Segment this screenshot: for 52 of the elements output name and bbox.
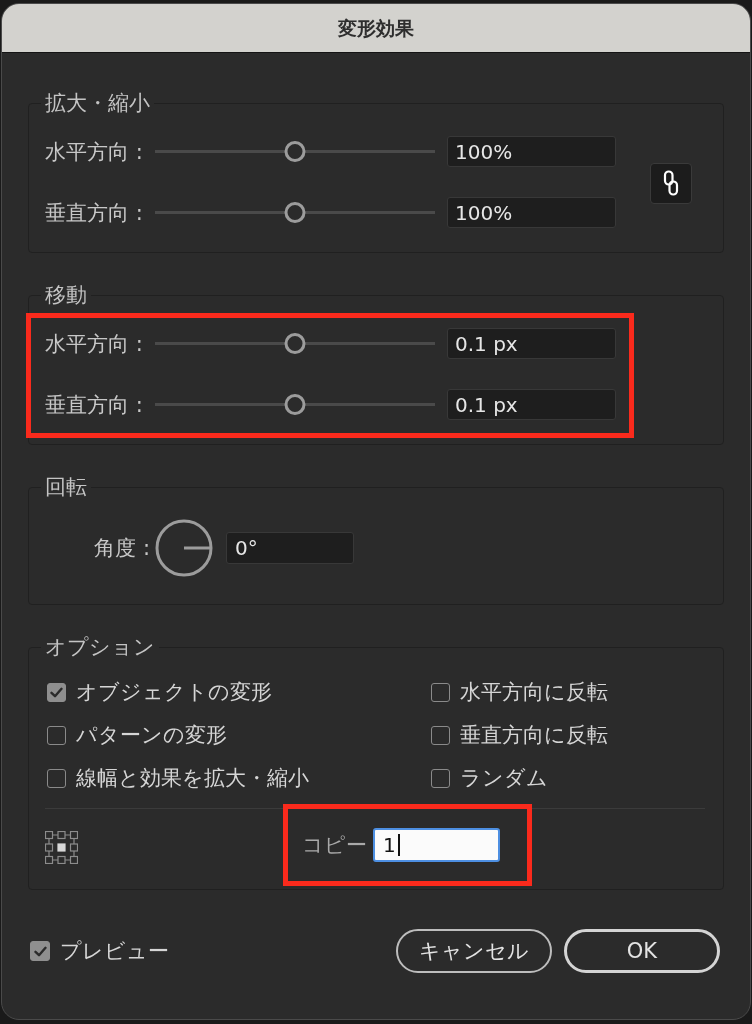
checkbox-label: オブジェクトの変形: [76, 680, 272, 704]
group-title: 拡大・縮小: [44, 92, 151, 114]
reference-point[interactable]: [45, 843, 54, 852]
reference-point[interactable]: [69, 843, 78, 852]
link-button[interactable]: [650, 162, 692, 204]
text-cursor-icon: [397, 834, 400, 856]
checkbox-label: 水平方向に反転: [460, 680, 608, 704]
angle-label: 角度 :: [93, 536, 150, 560]
action-button[interactable]: OK: [564, 929, 720, 973]
value-field[interactable]: 0.1 px: [447, 328, 616, 359]
checkbox[interactable]: [431, 768, 450, 788]
reference-point[interactable]: [57, 855, 66, 864]
checkbox[interactable]: [30, 941, 50, 961]
group-title: 回転: [44, 476, 88, 498]
window-title: 変形効果: [338, 16, 414, 40]
checkbox-label: パターンの変形: [76, 723, 227, 747]
copies-label: コピー: [302, 832, 367, 859]
reference-point[interactable]: [57, 831, 66, 840]
angle-dial[interactable]: [155, 519, 213, 577]
checkbox[interactable]: [47, 768, 66, 788]
checkbox[interactable]: [47, 725, 66, 745]
action-button[interactable]: キャンセル: [396, 929, 552, 973]
checkbox-label: 垂直方向に反転: [460, 723, 608, 747]
chain-link-icon: [663, 170, 679, 196]
reference-point-grid[interactable]: [45, 831, 78, 864]
reference-point[interactable]: [45, 855, 54, 864]
checkbox[interactable]: [431, 725, 450, 745]
checkmark-icon: [50, 686, 63, 698]
slider-thumb[interactable]: [284, 394, 306, 415]
group-title: オプション: [44, 636, 156, 658]
value-field[interactable]: 100%: [447, 197, 616, 228]
angle-field[interactable]: 0°: [226, 532, 354, 564]
slider-thumb[interactable]: [284, 333, 306, 354]
checkbox[interactable]: [47, 682, 66, 702]
slider-thumb[interactable]: [284, 141, 306, 162]
checkbox-label: 線幅と効果を拡大・縮小: [76, 766, 309, 790]
checkbox[interactable]: [431, 682, 450, 702]
group-title: 移動: [44, 284, 88, 306]
checkbox-label: プレビュー: [60, 939, 169, 963]
checkmark-icon: [33, 945, 47, 957]
slider-label: 水平方向 :: [45, 331, 144, 356]
slider-label: 垂直方向 :: [45, 200, 144, 225]
copies-field[interactable]: 1: [373, 828, 500, 862]
checkbox-label: ランダム: [460, 766, 548, 790]
reference-point[interactable]: [45, 831, 54, 840]
value-field[interactable]: 0.1 px: [447, 389, 616, 420]
reference-point[interactable]: [69, 831, 78, 840]
slider-thumb[interactable]: [284, 202, 306, 223]
slider-label: 水平方向 :: [45, 139, 144, 164]
slider-label: 垂直方向 :: [45, 392, 144, 417]
value-field[interactable]: 100%: [447, 136, 616, 167]
reference-point[interactable]: [69, 855, 78, 864]
